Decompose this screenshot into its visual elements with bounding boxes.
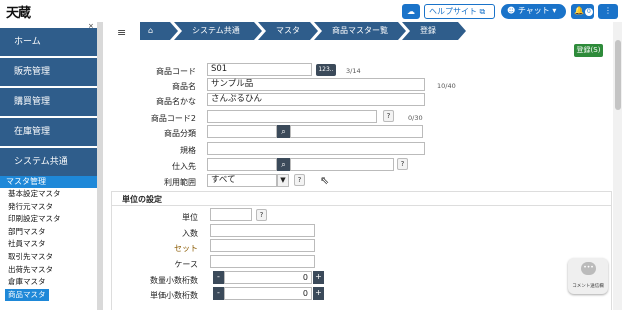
- breadcrumb-item-current: 登録: [402, 22, 466, 40]
- breadcrumb-item[interactable]: 商品マスター覧: [314, 22, 406, 40]
- usage-scope-select[interactable]: すべて: [207, 174, 277, 187]
- unit-label: 単位: [182, 213, 198, 222]
- help-question-button[interactable]: ?: [294, 174, 305, 186]
- breadcrumb-item[interactable]: システム共通: [174, 22, 262, 40]
- help-site-label: ヘルプサイト: [429, 7, 477, 16]
- help-question-button[interactable]: ?: [383, 110, 394, 122]
- input-type-tag: 123..: [316, 64, 336, 76]
- chat-bubble-icon: •••: [581, 262, 596, 275]
- product-name-input[interactable]: サンプル品: [207, 78, 425, 91]
- category-code-input[interactable]: [207, 125, 277, 138]
- sidebar-link[interactable]: 出荷先マスタ: [8, 264, 97, 277]
- chat-label: チャット: [517, 6, 550, 15]
- breadcrumb-home[interactable]: ⌂: [140, 22, 178, 40]
- unit-input[interactable]: [210, 208, 252, 221]
- section-divider: [111, 205, 612, 206]
- help-site-button[interactable]: ヘルプサイト ⧉: [424, 4, 495, 19]
- price-decimals-minus-button[interactable]: -: [213, 287, 224, 300]
- user-menu-button[interactable]: ⋮: [598, 4, 618, 19]
- sidebar-link[interactable]: 発行元マスタ: [8, 201, 97, 214]
- sidebar-master-list: 基本設定マスタ 発行元マスタ 印刷設定マスタ 部門マスタ 社員マスタ 取引先マス…: [0, 188, 97, 302]
- qty-decimals-plus-button[interactable]: +: [313, 271, 324, 284]
- pieces-label: 入数: [182, 229, 198, 238]
- cloud-icon: ☁: [407, 7, 415, 16]
- chevron-down-icon[interactable]: ▼: [277, 174, 289, 187]
- sidebar-item-home[interactable]: ホーム: [0, 28, 97, 56]
- mouse-cursor-icon: ⇖: [320, 174, 330, 187]
- product-code2-input[interactable]: [207, 110, 377, 123]
- breadcrumb-item[interactable]: マスタ: [258, 22, 318, 40]
- product-kana-input[interactable]: さんぷるひん: [207, 93, 425, 106]
- comment-widget[interactable]: ••• コメント送信欄: [568, 258, 608, 294]
- sidebar-link[interactable]: 基本設定マスタ: [8, 188, 97, 201]
- supplier-name-input[interactable]: [290, 158, 394, 171]
- help-question-button[interactable]: ?: [256, 209, 267, 221]
- set-input[interactable]: [210, 239, 315, 252]
- external-link-icon: ⧉: [479, 7, 486, 16]
- register-button[interactable]: 登録(S): [574, 44, 603, 57]
- cloud-upload-button[interactable]: ☁: [402, 4, 420, 19]
- sidebar-link[interactable]: 取引先マスタ: [8, 251, 97, 264]
- spec-label: 規格: [180, 146, 196, 155]
- price-decimals-input[interactable]: 0: [224, 287, 312, 300]
- sidebar-item-system[interactable]: システム共通: [0, 148, 97, 176]
- product-code-label: 商品コード: [156, 67, 196, 76]
- sidebar-link[interactable]: 印刷設定マスタ: [8, 213, 97, 226]
- usage-scope-label: 利用範囲: [164, 178, 196, 187]
- comment-widget-label: コメント送信欄: [572, 284, 604, 289]
- search-icon[interactable]: ⌕: [277, 125, 290, 138]
- sidebar-close-icon[interactable]: ×: [88, 22, 96, 30]
- case-label: ケース: [174, 260, 198, 269]
- qty-decimals-input[interactable]: 0: [224, 271, 312, 284]
- notification-button[interactable]: 🔔 0: [571, 4, 594, 19]
- home-icon: ⌂: [148, 26, 154, 35]
- sidebar-link[interactable]: 社員マスタ: [8, 238, 97, 251]
- chat-button[interactable]: ☻ チャット ▾: [501, 4, 566, 19]
- spec-input[interactable]: [207, 142, 425, 155]
- unit-settings-title: 単位の設定: [122, 195, 162, 204]
- sidebar-item-purchase[interactable]: 購買管理: [0, 88, 97, 116]
- sidebar-link[interactable]: 部門マスタ: [8, 226, 97, 239]
- hamburger-menu-icon[interactable]: ≡: [117, 26, 126, 39]
- product-name-label: 商品名: [172, 82, 196, 91]
- product-code2-label: 商品コード2: [150, 114, 196, 123]
- char-counter: 3/14: [346, 67, 361, 75]
- bell-icon: 🔔: [574, 6, 584, 15]
- sidebar-item-inventory[interactable]: 在庫管理: [0, 118, 97, 146]
- price-decimals-plus-button[interactable]: +: [313, 287, 324, 300]
- sidebar: ホーム 販売管理 購買管理 在庫管理 システム共通 マスタ管理 基本設定マスタ …: [0, 22, 97, 310]
- pieces-input[interactable]: [210, 224, 315, 237]
- char-counter: 0/30: [408, 114, 423, 122]
- menu-icon: ⋮: [604, 6, 612, 15]
- sidebar-link-active[interactable]: 商品マスタ: [5, 288, 49, 302]
- product-code-input[interactable]: S01: [207, 63, 312, 76]
- sidebar-subheader-master[interactable]: マスタ管理: [0, 176, 97, 188]
- help-question-button[interactable]: ?: [397, 158, 408, 170]
- category-label: 商品分類: [164, 129, 196, 138]
- robot-icon: ☻: [507, 6, 516, 15]
- category-name-input[interactable]: [290, 125, 423, 138]
- top-bar: 天蔵 ☁ ヘルプサイト ⧉ ☻ チャット ▾ 🔔 0 ⋮: [0, 0, 622, 22]
- price-decimals-label: 単価小数桁数: [150, 291, 198, 300]
- chevron-down-icon: ▾: [552, 6, 557, 15]
- app-logo[interactable]: 天蔵: [6, 2, 31, 21]
- main-scrollbar-thumb[interactable]: [615, 40, 621, 110]
- sidebar-scrollbar[interactable]: [97, 22, 103, 310]
- set-label: セット: [174, 244, 198, 253]
- qty-decimals-minus-button[interactable]: -: [213, 271, 224, 284]
- product-kana-label: 商品名かな: [156, 97, 196, 106]
- search-icon[interactable]: ⌕: [277, 158, 290, 171]
- sidebar-link[interactable]: 倉庫マスタ: [8, 276, 97, 289]
- supplier-code-input[interactable]: [207, 158, 277, 171]
- case-input[interactable]: [210, 255, 315, 268]
- qty-decimals-label: 数量小数桁数: [150, 276, 198, 285]
- supplier-label: 仕入先: [172, 162, 196, 171]
- char-counter: 10/40: [437, 82, 456, 90]
- sidebar-item-sales[interactable]: 販売管理: [0, 58, 97, 86]
- notification-count: 0: [584, 8, 593, 16]
